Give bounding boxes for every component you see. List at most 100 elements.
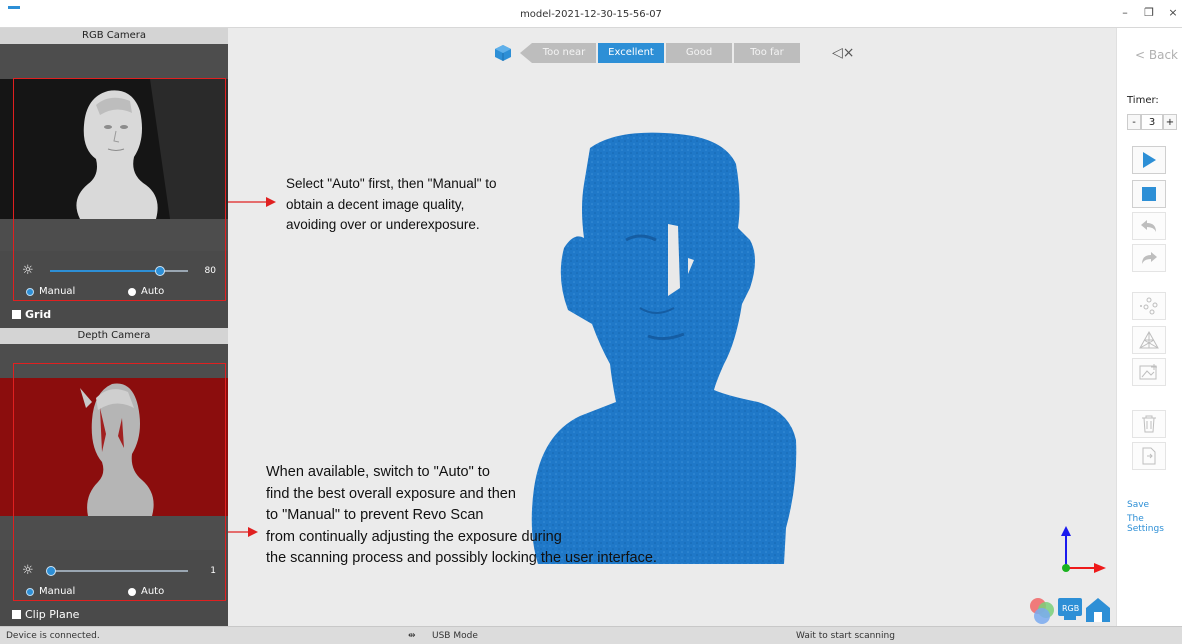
rgb-exposure-slider[interactable]: ☼ 80 bbox=[22, 263, 218, 279]
depth-manual-label: Manual bbox=[39, 586, 76, 597]
delete-button[interactable] bbox=[1132, 410, 1166, 438]
mute-icon[interactable]: ◁× bbox=[832, 45, 855, 61]
annotation-line: When available, switch to "Auto" to bbox=[266, 464, 490, 480]
device-status: Device is connected. bbox=[6, 631, 100, 641]
quality-too-far[interactable]: Too far bbox=[734, 43, 800, 63]
checkbox-icon bbox=[12, 610, 21, 619]
depth-preview-top-band bbox=[0, 344, 228, 378]
quality-excellent[interactable]: Excellent bbox=[598, 43, 664, 63]
rgb-slider-knob[interactable] bbox=[155, 266, 166, 276]
stop-icon bbox=[1142, 187, 1156, 201]
play-icon bbox=[1143, 152, 1156, 168]
trash-icon bbox=[1142, 415, 1156, 433]
export-button[interactable] bbox=[1132, 442, 1166, 470]
corner-toolbar: RGB bbox=[1030, 598, 1110, 624]
texture-icon bbox=[1139, 364, 1157, 380]
camera-panel: RGB Camera ☼ 80 Manual Auto Grid Depth C… bbox=[0, 28, 228, 626]
timer-stepper: - 3 + bbox=[1127, 114, 1177, 130]
arrow-right-icon bbox=[228, 527, 258, 537]
timer-value-field[interactable]: 3 bbox=[1141, 114, 1163, 130]
depth-mode-group: Manual Auto bbox=[26, 586, 206, 600]
save-settings-link[interactable]: Save bbox=[1127, 500, 1149, 510]
color-icon[interactable] bbox=[1030, 598, 1054, 624]
depth-auto-radio[interactable]: Auto bbox=[128, 586, 164, 597]
rgb-slider-fill bbox=[50, 270, 161, 272]
depth-annotation: When available, switch to "Auto" to find… bbox=[266, 462, 657, 570]
cube-icon[interactable] bbox=[494, 44, 512, 62]
rgb-preview-bottom-band bbox=[0, 219, 228, 251]
home-icon[interactable] bbox=[1086, 598, 1110, 622]
depth-manual-radio[interactable]: Manual bbox=[26, 586, 75, 597]
grid-label: Grid bbox=[25, 308, 52, 321]
axis-gizmo-icon bbox=[1061, 526, 1106, 573]
close-button[interactable]: × bbox=[1164, 5, 1182, 21]
tool-panel: < Back Timer: - 3 + Save The Settings bbox=[1116, 28, 1182, 626]
scan-status: Wait to start scanning bbox=[796, 631, 895, 641]
status-bar: Device is connected. ⇹ USB Mode Wait to … bbox=[0, 626, 1182, 644]
annotation-line: Select "Auto" first, then "Manual" to bbox=[286, 176, 497, 191]
mesh-button[interactable] bbox=[1132, 326, 1166, 354]
annotation-line: to "Manual" to prevent Revo Scan bbox=[266, 507, 484, 523]
annotation-line: from continually adjusting the exposure … bbox=[266, 528, 562, 545]
radio-selected-icon bbox=[26, 287, 34, 296]
point-cloud-button[interactable] bbox=[1132, 292, 1166, 320]
mesh-icon bbox=[1139, 330, 1159, 349]
depth-slider-track bbox=[50, 570, 188, 572]
depth-auto-label: Auto bbox=[141, 586, 165, 597]
svg-text:RGB: RGB bbox=[1062, 604, 1079, 613]
depth-exposure-slider[interactable]: ☼ 1 bbox=[22, 563, 218, 579]
rgb-camera-preview bbox=[0, 79, 228, 219]
timer-plus-button[interactable]: + bbox=[1163, 114, 1177, 130]
quality-good[interactable]: Good bbox=[666, 43, 732, 63]
back-button[interactable]: < Back bbox=[1135, 48, 1178, 62]
export-icon bbox=[1142, 447, 1156, 465]
timer-label: Timer: bbox=[1127, 95, 1159, 106]
brightness-icon: ☼ bbox=[22, 263, 34, 278]
rgb-annotation: Select "Auto" first, then "Manual" to ob… bbox=[286, 174, 497, 236]
depth-exposure-value: 1 bbox=[210, 566, 216, 576]
checkbox-icon bbox=[12, 310, 21, 319]
radio-unselected-icon bbox=[128, 587, 136, 596]
rgb-camera-header: RGB Camera bbox=[0, 28, 228, 44]
annotation-line: obtain a decent image quality, bbox=[286, 196, 465, 212]
usb-icon: ⇹ bbox=[408, 631, 416, 641]
depth-slider-knob[interactable] bbox=[46, 566, 57, 576]
maximize-button[interactable]: ❐ bbox=[1140, 5, 1158, 21]
brightness-icon: ☼ bbox=[22, 563, 34, 578]
redo-icon bbox=[1142, 252, 1157, 264]
annotation-line: avoiding over or underexposure. bbox=[286, 217, 480, 232]
rgb-exposure-value: 80 bbox=[204, 266, 216, 276]
revo-scan-window: model-2021-12-30-15-56-07 – ❐ × RGB Came… bbox=[0, 0, 1182, 644]
scan-viewport[interactable]: Too near Excellent Good Too far ◁× Selec… bbox=[228, 28, 1116, 626]
rgb-icon[interactable]: RGB bbox=[1058, 598, 1082, 620]
stop-scan-button[interactable] bbox=[1132, 180, 1166, 208]
timer-minus-button[interactable]: - bbox=[1127, 114, 1141, 130]
annotation-line: find the best overall exposure and then bbox=[266, 485, 516, 502]
clip-plane-label: Clip Plane bbox=[25, 608, 80, 621]
title-bar: model-2021-12-30-15-56-07 – ❐ × bbox=[0, 0, 1182, 28]
minimize-button[interactable]: – bbox=[1116, 5, 1134, 21]
arrow-right-icon bbox=[228, 197, 276, 207]
undo-button[interactable] bbox=[1132, 212, 1166, 240]
arrow-left-icon bbox=[520, 43, 532, 63]
start-scan-button[interactable] bbox=[1132, 146, 1166, 174]
quality-too-near[interactable]: Too near bbox=[532, 43, 596, 63]
redo-button[interactable] bbox=[1132, 244, 1166, 272]
rgb-manual-radio[interactable]: Manual bbox=[26, 286, 75, 297]
depth-camera-header: Depth Camera bbox=[0, 328, 228, 344]
rgb-manual-label: Manual bbox=[39, 286, 76, 297]
save-settings-link-line2[interactable]: The Settings bbox=[1127, 514, 1182, 534]
annotation-line: the scanning process and possibly lockin… bbox=[266, 550, 657, 566]
depth-preview-bottom-band bbox=[0, 516, 228, 550]
rgb-auto-label: Auto bbox=[141, 286, 165, 297]
usb-mode-status: USB Mode bbox=[432, 631, 478, 641]
distance-quality-bar: Too near Excellent Good Too far bbox=[520, 42, 802, 64]
grid-checkbox[interactable]: Grid bbox=[12, 308, 51, 321]
rgb-auto-radio[interactable]: Auto bbox=[128, 286, 164, 297]
radio-selected-icon bbox=[26, 587, 34, 596]
texture-button[interactable] bbox=[1132, 358, 1166, 386]
clip-plane-checkbox[interactable]: Clip Plane bbox=[12, 608, 79, 621]
rgb-mode-group: Manual Auto bbox=[26, 286, 206, 300]
undo-icon bbox=[1141, 220, 1156, 232]
window-title: model-2021-12-30-15-56-07 bbox=[520, 9, 662, 20]
